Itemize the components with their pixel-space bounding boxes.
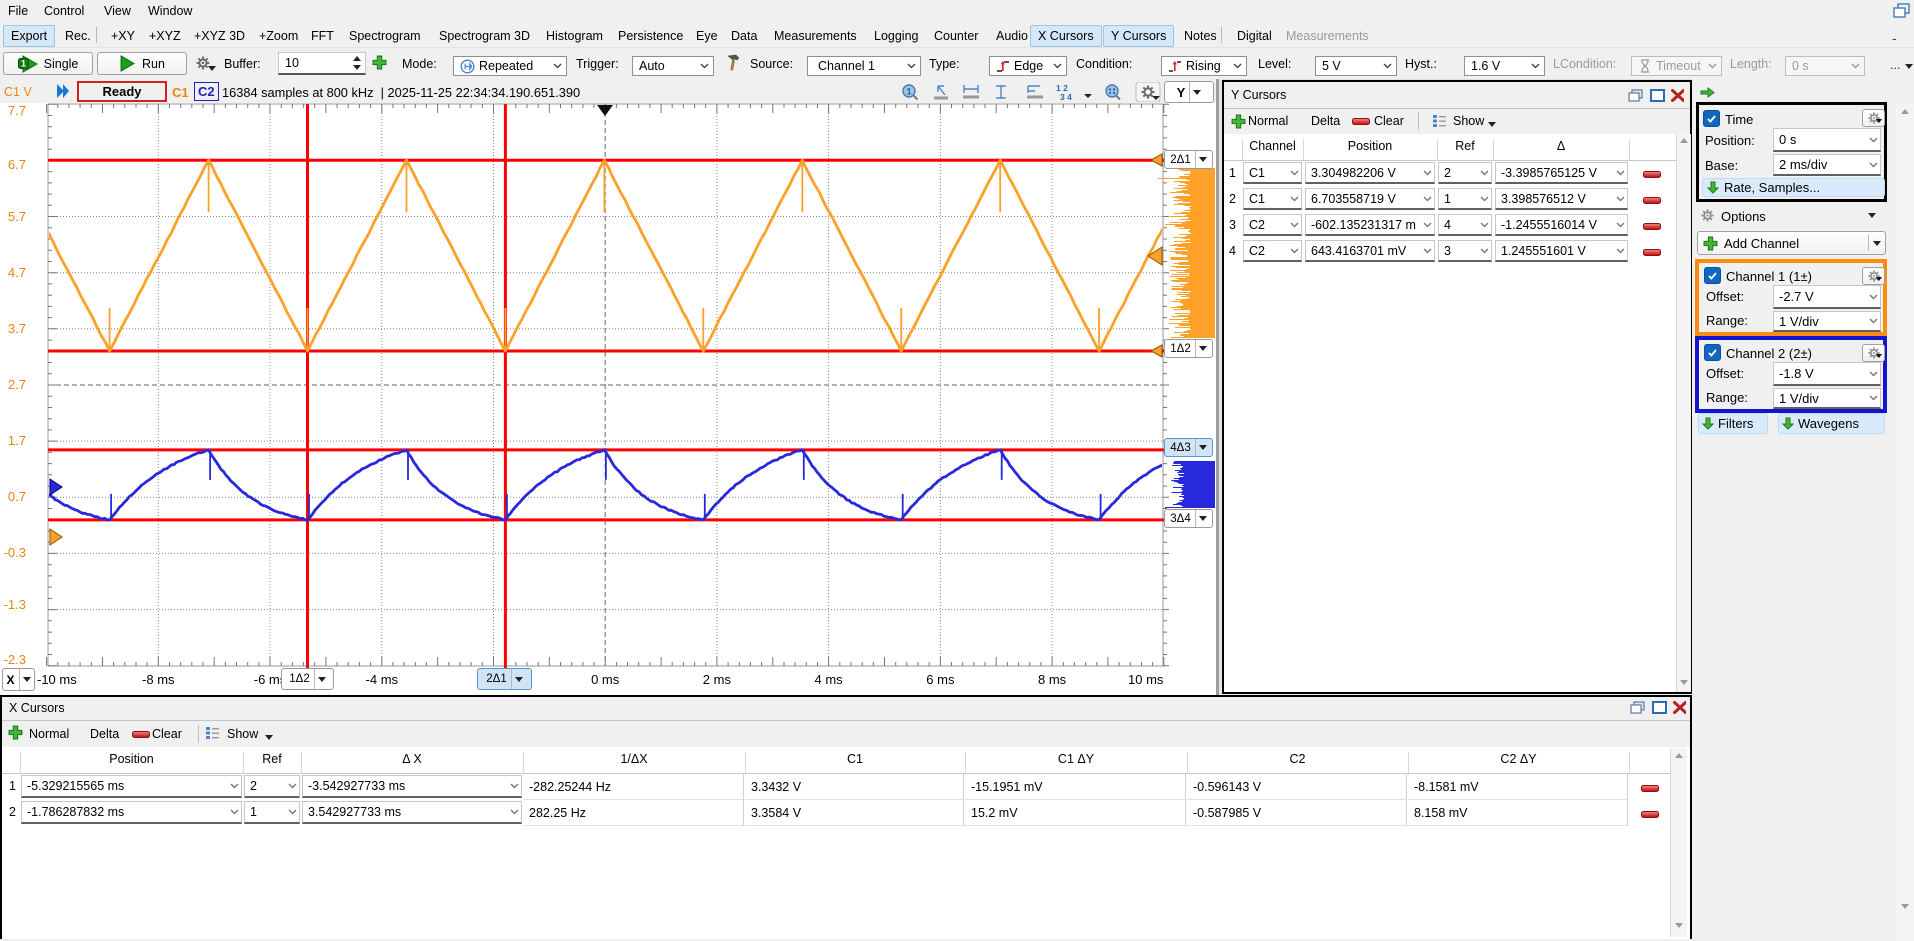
svg-text:3 4: 3 4 xyxy=(1060,92,1072,102)
svg-text:1: 1 xyxy=(906,87,911,97)
svg-text:1: 1 xyxy=(21,58,26,68)
